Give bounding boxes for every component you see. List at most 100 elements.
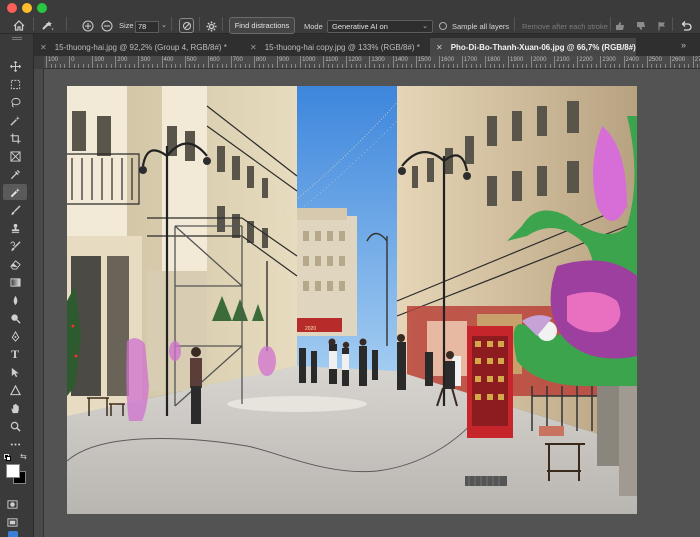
thumbs-down-icon[interactable] — [635, 20, 647, 32]
ruler-minor-tick — [401, 64, 403, 68]
ruler-minor-tick — [327, 64, 329, 68]
path-select-icon[interactable] — [3, 364, 27, 380]
ruler-major-tick — [253, 56, 255, 68]
zoom-window-button[interactable] — [37, 3, 47, 13]
ruler-minor-tick — [632, 64, 634, 68]
ruler-minor-tick — [129, 64, 131, 68]
ruler-major-tick — [438, 56, 440, 68]
more-tabs-icon[interactable]: » — [681, 40, 686, 50]
tab-document-1[interactable]: ✕ 15-thuong-hai.jpg @ 92,2% (Group 4, RG… — [34, 38, 244, 56]
tab-label: 15-thuong-hai.jpg @ 92,2% (Group 4, RGB/… — [54, 42, 227, 52]
marquee-icon[interactable] — [3, 76, 27, 92]
ruler-major-tick — [484, 56, 486, 68]
ruler-minor-tick — [540, 64, 542, 68]
close-tab-icon[interactable]: ✕ — [250, 43, 257, 52]
pressure-size-icon[interactable] — [179, 18, 194, 33]
ruler-minor-tick — [595, 64, 597, 68]
size-dropdown-chevron-icon[interactable]: ⌄ — [161, 21, 167, 29]
dodge-icon[interactable] — [3, 310, 27, 326]
shape-icon[interactable] — [3, 382, 27, 398]
ruler-minor-tick — [364, 64, 366, 68]
tool-preset-icon[interactable] — [40, 19, 56, 31]
ruler-minor-tick — [443, 64, 445, 68]
ruler-minor-tick — [55, 64, 57, 68]
ruler-minor-tick — [198, 64, 200, 68]
tab-document-3[interactable]: ✕ Pho-Di-Bo-Thanh-Xuan-06.jpg @ 66,7% (R… — [430, 38, 636, 56]
pen-icon[interactable] — [3, 328, 27, 344]
ruler-minor-tick — [350, 64, 352, 68]
ruler-minor-tick — [82, 64, 84, 68]
sample-all-layers-checkbox[interactable] — [439, 22, 447, 30]
ruler-minor-tick — [133, 64, 135, 68]
ruler-minor-tick — [96, 64, 98, 68]
lasso-icon[interactable] — [3, 94, 27, 110]
close-tab-icon[interactable]: ✕ — [436, 43, 443, 52]
frame-icon[interactable] — [3, 148, 27, 164]
move-icon[interactable] — [3, 58, 27, 74]
ruler-minor-tick — [498, 64, 500, 68]
reset-undo-icon[interactable] — [679, 19, 693, 33]
eraser-icon[interactable] — [3, 256, 27, 272]
crop-icon[interactable] — [3, 130, 27, 146]
ruler-minor-tick — [397, 64, 399, 68]
ruler-minor-tick — [674, 64, 676, 68]
report-flag-icon[interactable] — [656, 20, 668, 32]
ruler-label: 800 — [255, 57, 266, 63]
ruler-label: 1700 — [463, 57, 478, 63]
foreground-color-swatch-top[interactable] — [6, 464, 20, 478]
remove-tool-icon[interactable] — [3, 184, 27, 200]
mode-select[interactable]: Generative AI on ⌄ — [327, 20, 433, 33]
close-window-button[interactable] — [7, 3, 17, 13]
find-distractions-button[interactable]: Find distractions — [229, 17, 295, 34]
ruler-minor-tick — [383, 64, 385, 68]
swap-colors-icon[interactable]: ⇆ — [20, 452, 27, 461]
screen-mode-icon[interactable] — [5, 514, 19, 530]
more-icon[interactable] — [3, 436, 27, 452]
ruler-major-tick — [92, 56, 94, 68]
tab-document-2[interactable]: ✕ 15-thuong-hai copy.jpg @ 133% (RGB/8#)… — [244, 38, 430, 56]
ruler-minor-tick — [106, 64, 108, 68]
ruler-origin — [34, 56, 44, 69]
ruler-label: 1400 — [394, 57, 408, 63]
thumbs-up-icon[interactable] — [614, 20, 626, 32]
ruler-minor-tick — [101, 64, 103, 68]
minimize-window-button[interactable] — [22, 3, 32, 13]
ruler-minor-tick — [295, 64, 297, 68]
home-icon[interactable] — [12, 19, 26, 31]
close-tab-icon[interactable]: ✕ — [40, 43, 47, 52]
gradient-icon[interactable] — [3, 274, 27, 290]
stamp-icon[interactable] — [3, 220, 27, 236]
add-mode-icon[interactable] — [81, 19, 95, 33]
hand-icon[interactable] — [3, 400, 27, 416]
document-canvas[interactable]: 2020 — [67, 86, 637, 514]
ruler-minor-tick — [605, 64, 607, 68]
ruler-major-tick — [69, 56, 71, 68]
ruler-major-tick — [600, 56, 602, 68]
ruler-minor-tick — [147, 64, 149, 68]
ruler-minor-tick — [420, 64, 422, 68]
ruler-minor-tick — [64, 64, 66, 68]
ruler-label: 500 — [186, 57, 197, 63]
ruler-major-tick — [692, 56, 694, 68]
size-input[interactable]: 78 — [135, 21, 159, 33]
remove-after-stroke-button[interactable]: Remove after each stroke — [522, 22, 608, 31]
quick-select-icon[interactable] — [3, 112, 27, 128]
brush-icon[interactable] — [3, 202, 27, 218]
ruler-minor-tick — [166, 64, 168, 68]
ruler-minor-tick — [78, 64, 80, 68]
type-icon[interactable]: T — [3, 346, 27, 362]
ruler-minor-tick — [424, 64, 426, 68]
ruler-minor-tick — [170, 64, 172, 68]
ruler-minor-tick — [249, 64, 251, 68]
blur-icon[interactable] — [3, 292, 27, 308]
ruler-minor-tick — [410, 64, 412, 68]
zoom-icon[interactable] — [3, 418, 27, 434]
share-icon[interactable] — [8, 531, 18, 537]
subtract-mode-icon[interactable] — [100, 19, 114, 33]
ruler-minor-tick — [240, 64, 242, 68]
default-colors-icon[interactable] — [4, 454, 11, 461]
quick-mask-icon[interactable] — [5, 496, 19, 512]
history-brush-icon[interactable] — [3, 238, 27, 254]
eyedropper-icon[interactable] — [3, 166, 27, 182]
settings-gear-icon[interactable] — [205, 20, 217, 32]
